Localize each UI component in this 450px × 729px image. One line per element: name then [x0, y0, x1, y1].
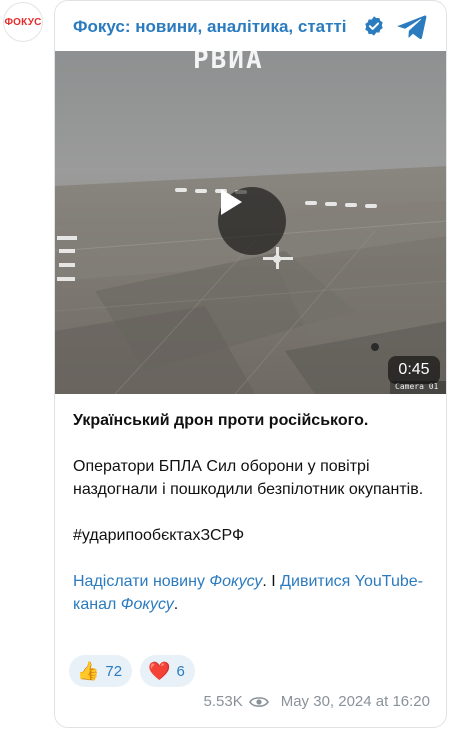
post-hashtag[interactable]: #ударипообєктахЗСРФ — [73, 524, 433, 547]
play-button[interactable] — [218, 187, 286, 255]
heart-icon: ❤️ — [148, 661, 171, 681]
reaction-thumbs-up[interactable]: 👍 72 — [69, 655, 133, 687]
post-text: Український дрон проти російського. Опер… — [73, 409, 433, 639]
links-end: . — [173, 596, 179, 613]
send-news-link[interactable]: Надіслати новину Фокусу — [73, 573, 262, 590]
reaction-count: 72 — [105, 662, 123, 680]
post-card: Фокус: новини, аналітика, статті РВИА Ca… — [54, 0, 447, 728]
reaction-count: 6 — [176, 662, 185, 680]
post-date[interactable]: May 30, 2024 at 16:20 — [281, 693, 430, 710]
video-thumbnail[interactable]: РВИА Camera 01 0:45 — [55, 51, 446, 394]
play-icon — [221, 189, 242, 215]
verified-badge-icon — [365, 16, 383, 36]
eye-icon — [248, 696, 269, 707]
links-separator: . І — [262, 573, 281, 590]
post-body: Оператори БПЛА Сил оборони у повітрі наз… — [73, 458, 424, 498]
telegram-icon[interactable] — [397, 14, 427, 40]
post-header: Фокус: новини, аналітика, статті — [55, 1, 446, 51]
post-meta: 5.53K May 30, 2024 at 16:20 — [204, 693, 430, 710]
avatar-logo-text: ФОКУС — [4, 16, 42, 28]
reactions-bar: 👍 72 ❤️ 6 — [69, 655, 195, 687]
reaction-heart[interactable]: ❤️ 6 — [140, 655, 195, 687]
video-duration: 0:45 — [388, 356, 440, 384]
view-count: 5.53K — [203, 693, 243, 710]
post-links: Надіслати новину Фокусу. І Дивитися YouT… — [73, 570, 433, 616]
thumbs-up-icon: 👍 — [77, 661, 100, 681]
video-overlay-title: РВИА — [193, 51, 264, 75]
channel-name-link[interactable]: Фокус: новини, аналітика, статті — [73, 17, 347, 37]
post-title: Український дрон проти російського. — [73, 412, 369, 429]
channel-avatar[interactable]: ФОКУС — [3, 2, 43, 42]
